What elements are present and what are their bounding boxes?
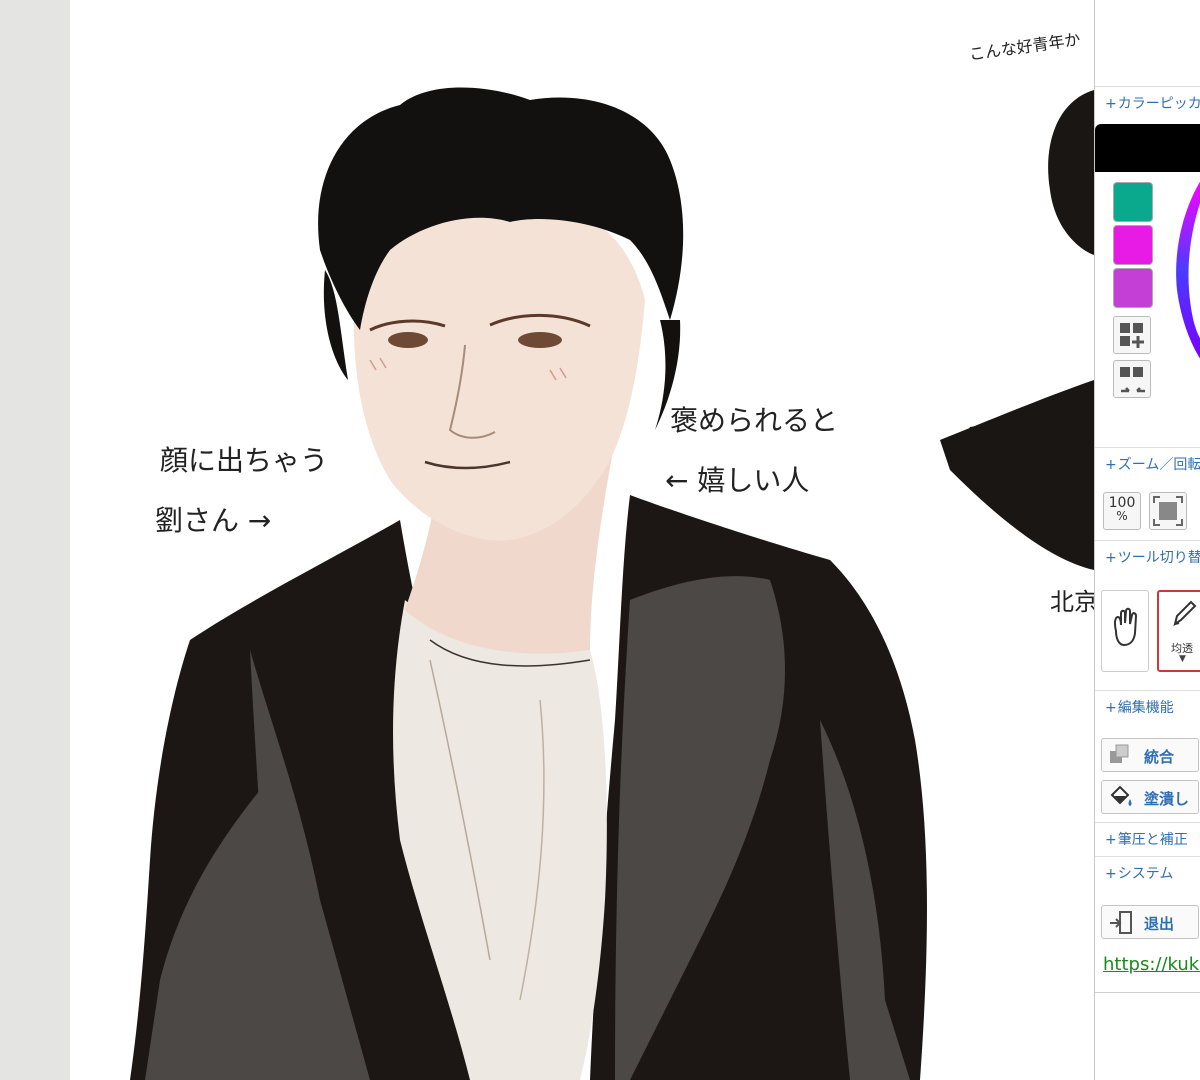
add-swatch-button[interactable] <box>1113 316 1151 354</box>
section-edit-functions[interactable]: +編集機能 <box>1095 690 1200 724</box>
layers-merge-icon <box>1110 744 1129 763</box>
note-top-right: こんな好青年か <box>968 30 1082 64</box>
swatch-grid-add-icon <box>1120 323 1144 348</box>
merge-button[interactable]: 統合 <box>1101 738 1199 772</box>
site-link[interactable]: https://kuku <box>1103 954 1200 975</box>
hand-tool-button[interactable] <box>1101 590 1149 672</box>
swatch-grid-swap-icon <box>1120 367 1145 393</box>
section-tool-switch[interactable]: +ツール切り替え <box>1095 540 1200 574</box>
paint-bucket-icon <box>1110 785 1132 806</box>
tool-panel: +カラーピッカー +ズーム／回転 100 % <box>1094 0 1200 1080</box>
pencil-icon <box>1173 600 1197 627</box>
section-pressure-correction[interactable]: +筆圧と補正 <box>1095 822 1200 856</box>
fit-screen-button[interactable] <box>1149 492 1187 530</box>
artwork: こんな好青年か 顔に出ちゃう 劉さん → 褒められると ← 嬉しい人 北京 <box>130 30 1094 1080</box>
panel-divider <box>1095 992 1200 993</box>
color-swatch[interactable] <box>1113 182 1153 222</box>
current-color-bar[interactable] <box>1095 124 1200 172</box>
zoom-100-button[interactable]: 100 % <box>1103 492 1141 530</box>
note-left-line1: 顔に出ちゃう <box>160 444 328 477</box>
section-system[interactable]: +システム <box>1095 856 1200 890</box>
left-gutter <box>0 0 70 1080</box>
color-swatch[interactable] <box>1113 225 1153 265</box>
section-color-picker[interactable]: +カラーピッカー <box>1095 86 1200 120</box>
note-far-right: 北京 <box>1050 588 1094 616</box>
fill-button[interactable]: 塗潰し <box>1101 780 1199 814</box>
secondary-sketch <box>940 90 1094 570</box>
note-left-line2: 劉さん → <box>155 504 271 537</box>
pen-tool-button[interactable]: 均透 ▼ <box>1157 590 1200 672</box>
exit-button[interactable]: 退出 <box>1101 905 1199 939</box>
section-zoom-rotate[interactable]: +ズーム／回転 <box>1095 447 1200 481</box>
swap-swatch-button[interactable] <box>1113 360 1151 398</box>
color-wheel[interactable] <box>1173 170 1200 370</box>
drawing-canvas[interactable]: こんな好青年か 顔に出ちゃう 劉さん → 褒められると ← 嬉しい人 北京 <box>70 0 1094 1080</box>
color-swatch[interactable] <box>1113 268 1153 308</box>
note-right-line1: 褒められると <box>670 404 838 437</box>
hand-icon <box>1113 607 1138 647</box>
note-right-line2: ← 嬉しい人 <box>665 464 809 497</box>
exit-door-icon <box>1110 911 1132 934</box>
pen-mode-dropdown-icon[interactable]: ▼ <box>1179 654 1186 664</box>
fit-screen-icon <box>1153 496 1183 526</box>
